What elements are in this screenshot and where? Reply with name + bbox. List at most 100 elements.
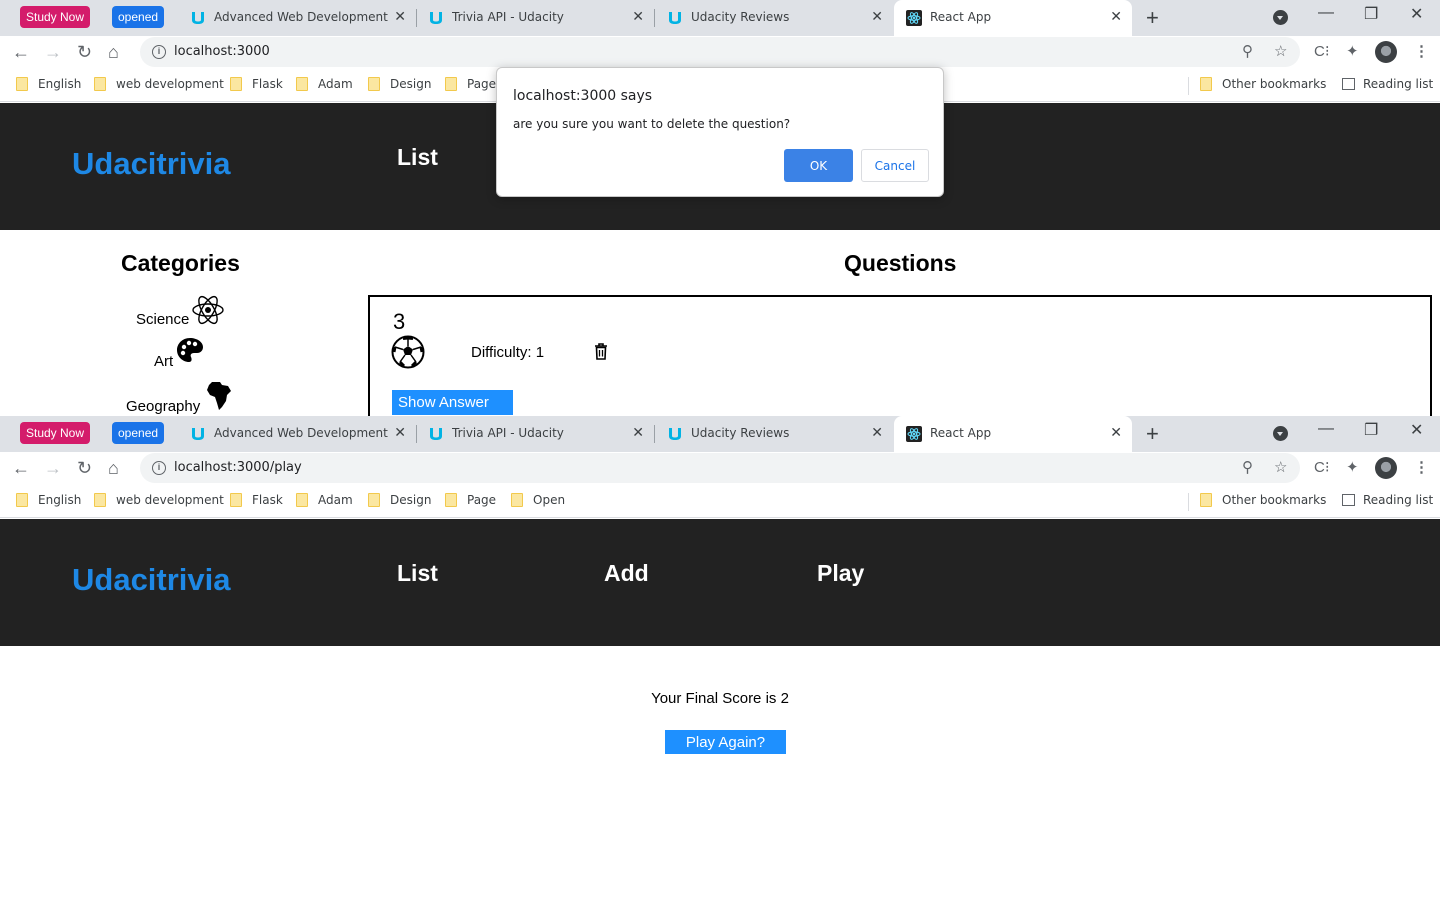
tab-advanced-web-dev[interactable]: Advanced Web Development - U ✕: [178, 416, 417, 452]
menu-icon[interactable]: ⋮: [1414, 458, 1429, 476]
window-close-icon[interactable]: ✕: [1410, 420, 1423, 440]
tab-search-icon[interactable]: [1273, 10, 1288, 25]
forward-icon[interactable]: →: [44, 40, 62, 64]
tab-react-app[interactable]: React App ✕: [894, 0, 1132, 36]
confirm-dialog: localhost:3000 says are you sure you wan…: [496, 67, 944, 197]
bookmark-star-icon[interactable]: ☆: [1274, 458, 1287, 476]
tab-react-app[interactable]: React App ✕: [894, 416, 1132, 452]
url-text[interactable]: localhost:3000/play: [174, 460, 302, 475]
tab-search-icon[interactable]: [1273, 426, 1288, 441]
tab-udacity-reviews[interactable]: Udacity Reviews ✕: [655, 0, 893, 36]
bookmark-web-development[interactable]: web development: [94, 77, 224, 91]
url-text[interactable]: localhost:3000: [174, 44, 270, 59]
reload-icon[interactable]: ↻: [77, 456, 92, 480]
reading-list[interactable]: Reading list: [1342, 77, 1433, 91]
category-geography[interactable]: Geography: [126, 398, 200, 415]
bookmark-english[interactable]: English: [16, 493, 81, 507]
minimize-icon[interactable]: —: [1318, 420, 1334, 438]
close-icon[interactable]: ✕: [632, 425, 644, 441]
udacity-icon: [192, 428, 204, 440]
bookmark-star-icon[interactable]: ☆: [1274, 42, 1287, 60]
folder-icon: [16, 77, 28, 91]
zoom-icon[interactable]: ⚲: [1242, 458, 1253, 476]
atom-icon: [192, 295, 224, 325]
site-info-icon[interactable]: i: [152, 461, 166, 475]
menu-icon[interactable]: ⋮: [1414, 42, 1429, 60]
minimize-icon[interactable]: —: [1318, 4, 1334, 22]
forward-icon[interactable]: →: [44, 456, 62, 480]
back-icon[interactable]: ←: [12, 40, 30, 64]
home-icon[interactable]: ⌂: [108, 456, 119, 480]
address-bar[interactable]: i localhost:3000/play ⚲ ☆: [140, 453, 1300, 483]
folder-icon: [1200, 493, 1212, 507]
ok-button[interactable]: OK: [784, 149, 853, 182]
reading-list[interactable]: Reading list: [1342, 493, 1433, 507]
nav-list[interactable]: List: [397, 144, 438, 171]
restore-icon[interactable]: ❐: [1364, 420, 1378, 440]
new-tab-icon[interactable]: +: [1146, 421, 1159, 447]
close-icon[interactable]: ✕: [871, 9, 883, 25]
tab-title: Udacity Reviews: [691, 10, 790, 24]
address-bar[interactable]: i localhost:3000 ⚲ ☆: [140, 37, 1300, 67]
tab-udacity-reviews[interactable]: Udacity Reviews ✕: [655, 416, 893, 452]
tab-group-study-now[interactable]: Study Now: [20, 6, 91, 28]
tab-group-study-now[interactable]: Study Now: [20, 422, 91, 444]
app-brand[interactable]: Udacitrivia: [72, 562, 231, 598]
zoom-icon[interactable]: ⚲: [1242, 42, 1253, 60]
close-icon[interactable]: ✕: [1110, 9, 1122, 25]
extensions-puzzle-icon[interactable]: ✦: [1346, 42, 1359, 60]
bookmark-adam[interactable]: Adam: [296, 493, 353, 507]
avatar[interactable]: [1375, 457, 1397, 479]
back-icon[interactable]: ←: [12, 456, 30, 480]
tab-advanced-web-dev[interactable]: Advanced Web Development - U ✕: [178, 0, 417, 36]
nav-play[interactable]: Play: [817, 560, 864, 587]
reload-icon[interactable]: ↻: [77, 40, 92, 64]
tab-trivia-api[interactable]: Trivia API - Udacity ✕: [416, 416, 655, 452]
folder-icon: [368, 77, 380, 91]
cancel-button[interactable]: Cancel: [861, 149, 929, 182]
trash-icon[interactable]: [594, 343, 608, 360]
home-icon[interactable]: ⌂: [108, 40, 119, 64]
close-icon[interactable]: ✕: [394, 425, 406, 441]
bookmark-other[interactable]: Other bookmarks: [1200, 77, 1326, 91]
browser-toolbar: ← → ↻ ⌂ i localhost:3000/play ⚲ ☆ C⁝ ✦ ⋮: [0, 452, 1440, 484]
extension-icon[interactable]: C⁝: [1314, 458, 1330, 476]
nav-list[interactable]: List: [397, 560, 438, 587]
bookmark-flask[interactable]: Flask: [230, 77, 283, 91]
bookmark-adam[interactable]: Adam: [296, 77, 353, 91]
browser-window-list: Study Now opened Advanced Web Developmen…: [0, 0, 1440, 416]
categories-heading: Categories: [121, 250, 240, 276]
extension-icon[interactable]: C⁝: [1314, 42, 1330, 60]
new-tab-icon[interactable]: +: [1146, 5, 1159, 31]
play-again-button[interactable]: Play Again?: [665, 730, 786, 754]
category-art[interactable]: Art: [154, 353, 173, 370]
close-icon[interactable]: ✕: [1110, 425, 1122, 441]
window-close-icon[interactable]: ✕: [1410, 4, 1423, 24]
extensions-puzzle-icon[interactable]: ✦: [1346, 458, 1359, 476]
folder-icon: [296, 77, 308, 91]
bookmark-page[interactable]: Page: [445, 77, 496, 91]
nav-add[interactable]: Add: [604, 560, 649, 587]
close-icon[interactable]: ✕: [632, 9, 644, 25]
bookmark-flask[interactable]: Flask: [230, 493, 283, 507]
bookmark-other[interactable]: Other bookmarks: [1200, 493, 1326, 507]
bookmark-web-development[interactable]: web development: [94, 493, 224, 507]
folder-icon: [1200, 77, 1212, 91]
category-science[interactable]: Science: [136, 311, 189, 328]
restore-icon[interactable]: ❐: [1364, 4, 1378, 24]
tab-group-opened[interactable]: opened: [112, 6, 165, 28]
udacity-icon: [430, 12, 442, 24]
avatar[interactable]: [1375, 41, 1397, 63]
bookmark-open[interactable]: Open: [511, 493, 565, 507]
bookmark-page[interactable]: Page: [445, 493, 496, 507]
tab-trivia-api[interactable]: Trivia API - Udacity ✕: [416, 0, 655, 36]
close-icon[interactable]: ✕: [394, 9, 406, 25]
bookmark-english[interactable]: English: [16, 77, 81, 91]
app-brand[interactable]: Udacitrivia: [72, 146, 231, 182]
show-answer-button[interactable]: Show Answer: [392, 390, 513, 415]
bookmark-design[interactable]: Design: [368, 493, 431, 507]
bookmark-design[interactable]: Design: [368, 77, 431, 91]
tab-group-opened[interactable]: opened: [112, 422, 165, 444]
close-icon[interactable]: ✕: [871, 425, 883, 441]
site-info-icon[interactable]: i: [152, 45, 166, 59]
